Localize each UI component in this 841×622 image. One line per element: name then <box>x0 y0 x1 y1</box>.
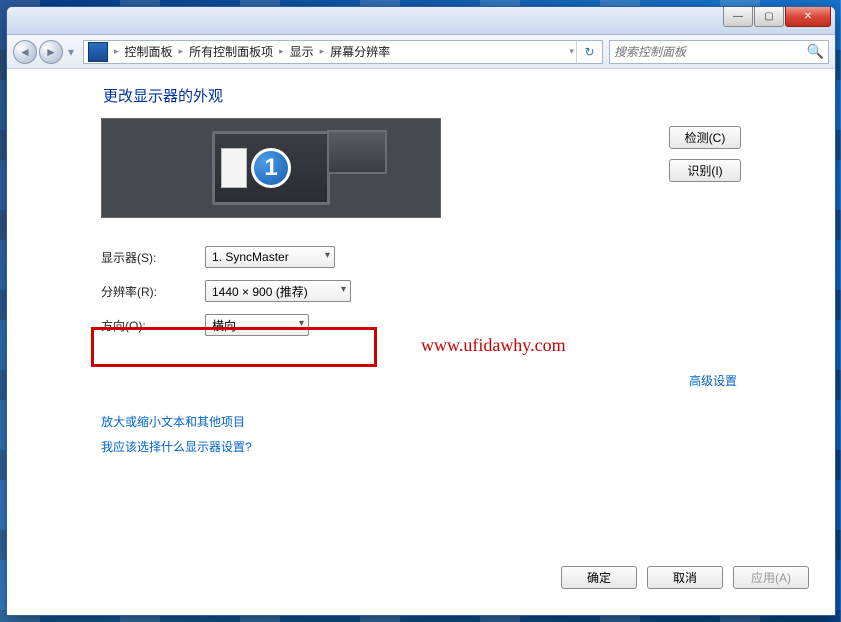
resolution-label: 分辨率(R): <box>101 283 205 300</box>
display-label: 显示器(S): <box>101 249 205 266</box>
resolution-select-value: 1440 × 900 (推荐) <box>212 283 308 300</box>
detect-button[interactable]: 检测(C) <box>669 126 741 149</box>
breadcrumb-seg-all-items[interactable]: 所有控制面板项 <box>185 41 277 63</box>
breadcrumb-seg-control-panel[interactable]: 控制面板 <box>121 41 177 63</box>
breadcrumb-dropdown-icon[interactable]: ▾ <box>567 46 576 57</box>
breadcrumb-arrow-icon: ▸ <box>318 46 327 57</box>
identify-button[interactable]: 识别(I) <box>669 159 741 182</box>
cancel-button[interactable]: 取消 <box>647 566 723 589</box>
refresh-button[interactable]: ↻ <box>576 41 602 63</box>
search-bar[interactable]: 🔍 <box>609 40 829 64</box>
which-display-link[interactable]: 我应该选择什么显示器设置? <box>101 440 252 454</box>
display-select[interactable]: 1. SyncMaster <box>205 246 335 268</box>
advanced-settings-link[interactable]: 高级设置 <box>689 374 737 388</box>
orientation-label: 方向(O): <box>101 317 205 334</box>
watermark-text: www.ufidawhy.com <box>421 335 566 356</box>
breadcrumb[interactable]: ▸ 控制面板 ▸ 所有控制面板项 ▸ 显示 ▸ 屏幕分辨率 ▾ ↻ <box>83 40 603 64</box>
window-frame: — ▢ ✕ ◄ ► ▾ ▸ 控制面板 ▸ 所有控制面板项 ▸ 显示 ▸ 屏幕分辨… <box>6 6 836 616</box>
breadcrumb-arrow-icon: ▸ <box>177 46 186 57</box>
minimize-button[interactable]: — <box>723 7 753 27</box>
breadcrumb-seg-display[interactable]: 显示 <box>286 41 318 63</box>
navbar: ◄ ► ▾ ▸ 控制面板 ▸ 所有控制面板项 ▸ 显示 ▸ 屏幕分辨率 ▾ ↻ … <box>7 35 835 69</box>
breadcrumb-seg-resolution[interactable]: 屏幕分辨率 <box>326 41 394 63</box>
back-button[interactable]: ◄ <box>13 40 37 64</box>
page-title: 更改显示器的外观 <box>101 85 741 106</box>
orientation-select-value: 横向 <box>212 317 236 334</box>
content-area: 更改显示器的外观 1 检测(C) 识别(I) 显示器(S): 1 <box>7 69 835 615</box>
monitor-page-icon <box>221 148 247 188</box>
close-button[interactable]: ✕ <box>785 7 831 27</box>
titlebar[interactable]: — ▢ ✕ <box>7 7 835 35</box>
zoom-text-link[interactable]: 放大或缩小文本和其他项目 <box>101 415 245 429</box>
control-panel-icon <box>88 42 108 62</box>
forward-button[interactable]: ► <box>39 40 63 64</box>
apply-button[interactable]: 应用(A) <box>733 566 809 589</box>
breadcrumb-arrow-icon: ▸ <box>277 46 286 57</box>
history-dropdown-icon[interactable]: ▾ <box>65 43 77 61</box>
maximize-button[interactable]: ▢ <box>754 7 784 27</box>
orientation-select[interactable]: 横向 <box>205 314 309 336</box>
resolution-select[interactable]: 1440 × 900 (推荐) <box>205 280 351 302</box>
search-input[interactable] <box>614 45 807 59</box>
display-preview[interactable]: 1 <box>101 118 441 218</box>
breadcrumb-arrow-icon: ▸ <box>112 46 121 57</box>
search-icon[interactable]: 🔍 <box>807 43 824 60</box>
monitor-thumbnail[interactable]: 1 <box>212 131 330 205</box>
ok-button[interactable]: 确定 <box>561 566 637 589</box>
display-select-value: 1. SyncMaster <box>212 250 289 264</box>
monitor-number-badge: 1 <box>251 148 291 188</box>
